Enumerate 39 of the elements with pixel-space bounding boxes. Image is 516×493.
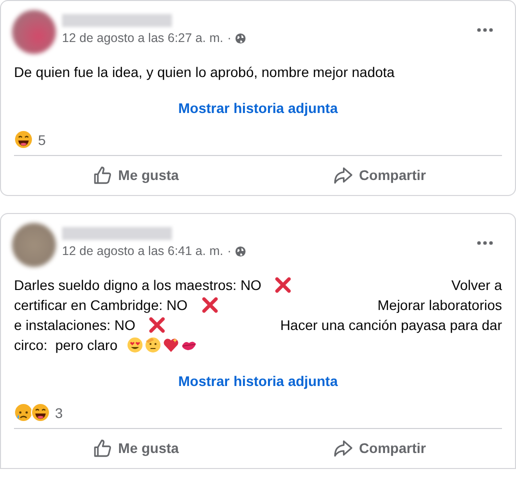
laughing-reaction-icon[interactable] <box>31 403 50 422</box>
share-button[interactable]: Compartir <box>258 159 502 191</box>
like-button[interactable]: Me gusta <box>14 159 258 191</box>
more-options-icon[interactable] <box>477 28 493 32</box>
cross-mark-icon <box>275 277 292 293</box>
post-text: circo: pero claro <box>14 336 118 355</box>
share-arrow-icon <box>334 166 354 184</box>
globe-icon <box>235 246 246 256</box>
show-attached-story-link[interactable]: Mostrar historia adjunta <box>178 100 338 116</box>
separator-dot: · <box>227 31 232 45</box>
post-text: certificar en Cambridge: NO <box>14 296 188 315</box>
more-options-icon[interactable] <box>477 241 493 245</box>
post-timestamp[interactable]: 12 de agosto a las 6:41 a. m. <box>62 244 224 258</box>
share-arrow-icon <box>334 438 354 458</box>
post-text: Mejorar laboratorios <box>378 296 502 315</box>
show-attached-story-link[interactable]: Mostrar historia adjunta <box>178 373 338 389</box>
post-text: e instalaciones: NO <box>14 316 136 335</box>
post-text: Hacer una canción payasa para dar <box>280 316 502 335</box>
post-timestamp[interactable]: 12 de agosto a las 6:27 a. m. <box>62 31 224 45</box>
reaction-count[interactable]: 3 <box>55 404 63 420</box>
reaction-count[interactable]: 5 <box>38 132 46 148</box>
heart-eyes-emoji-icon <box>127 337 144 353</box>
post-text: Volver a <box>451 276 502 295</box>
thumbs-up-icon <box>93 438 112 458</box>
post-text: Darles sueldo digno a los maestros: NO <box>14 276 262 295</box>
saluting-face-emoji-icon <box>145 337 162 353</box>
thumbs-up-icon <box>93 166 112 184</box>
avatar[interactable] <box>12 223 56 267</box>
avatar[interactable] <box>12 10 56 54</box>
globe-icon <box>235 32 246 44</box>
post-text: De quien fue la idea, y quien lo aprobó, nombre mejor nadota <box>14 63 395 82</box>
share-button[interactable]: Compartir <box>258 432 502 464</box>
sparkling-heart-icon <box>163 337 180 353</box>
separator-dot: · <box>227 244 232 258</box>
cross-mark-icon <box>202 297 218 313</box>
crying-reaction-icon[interactable] <box>14 403 33 422</box>
cross-mark-icon <box>149 317 166 333</box>
laughing-reaction-icon[interactable] <box>14 130 33 149</box>
like-button[interactable]: Me gusta <box>14 432 258 464</box>
